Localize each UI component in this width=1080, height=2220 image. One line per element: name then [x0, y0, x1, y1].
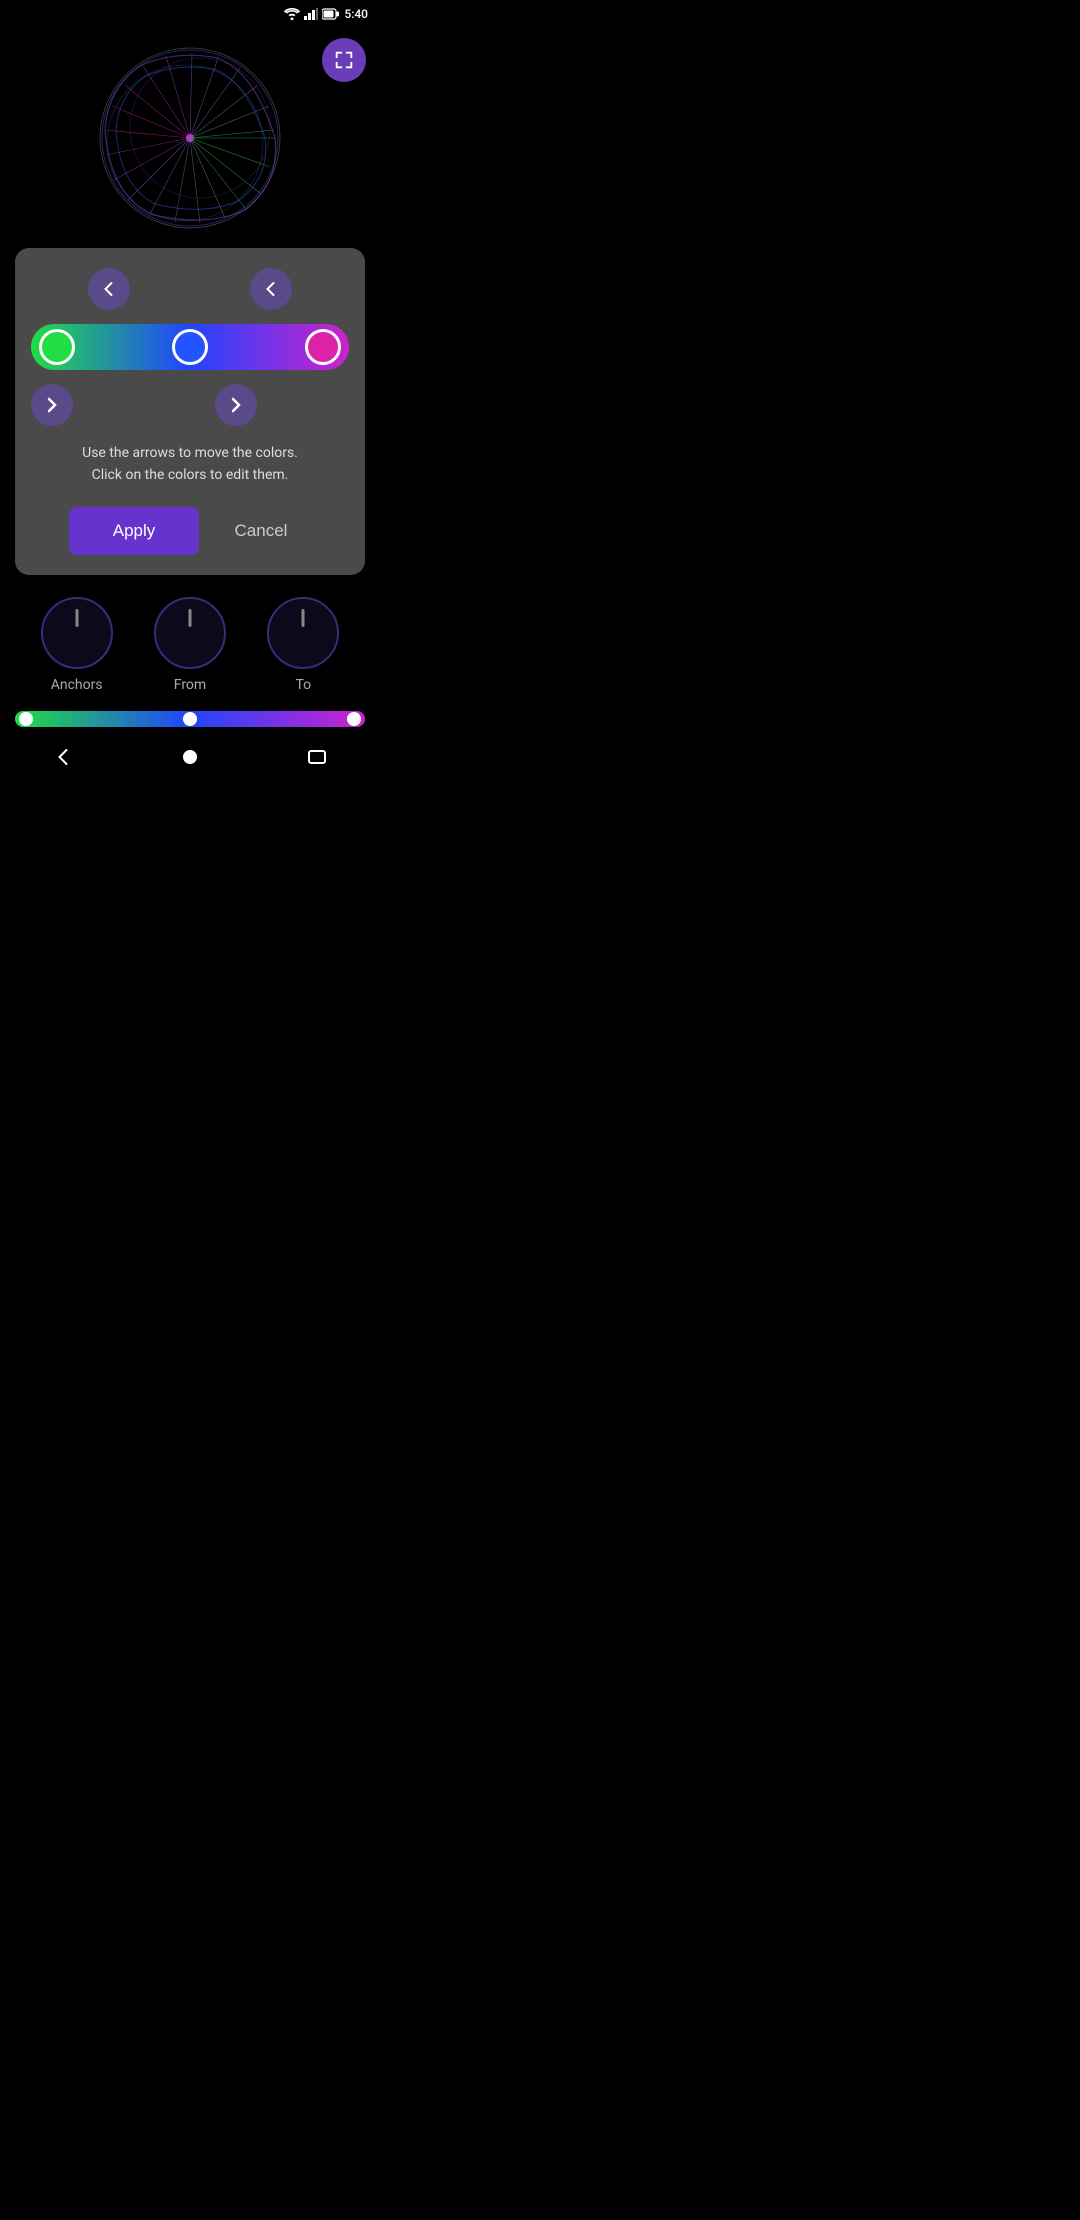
anchors-knob-item: Anchors	[41, 597, 113, 693]
back-icon	[51, 745, 75, 769]
chevron-left-icon-1	[100, 280, 118, 298]
recents-button[interactable]	[285, 737, 349, 777]
from-knob-item: From	[154, 597, 226, 693]
to-label: To	[295, 677, 311, 693]
canvas-area	[0, 28, 380, 248]
status-bar: 5:40	[0, 0, 380, 28]
chevron-left-icon-2	[262, 280, 280, 298]
from-knob[interactable]	[154, 597, 226, 669]
arrow-right-icon-2	[228, 397, 244, 413]
from-knob-indicator	[188, 609, 191, 627]
arrow-row	[31, 384, 349, 426]
color-editor-dialog: Use the arrows to move the colors. Click…	[15, 248, 365, 575]
instruction-line1: Use the arrows to move the colors.	[82, 445, 298, 461]
action-buttons: Apply Cancel	[31, 507, 349, 555]
to-knob-item: To	[267, 597, 339, 693]
bottom-dot-left[interactable]	[19, 712, 33, 726]
battery-icon	[322, 8, 340, 20]
wifi-icon	[284, 8, 300, 20]
back-button[interactable]	[31, 737, 95, 777]
bottom-dot-right[interactable]	[347, 712, 361, 726]
cancel-button[interactable]: Cancel	[211, 507, 311, 555]
slider-thumb-pink[interactable]	[305, 329, 341, 365]
status-icons: 5:40	[284, 7, 368, 21]
from-label: From	[174, 677, 206, 693]
apply-button[interactable]: Apply	[69, 507, 199, 555]
home-button[interactable]	[158, 737, 222, 777]
arrow-right-button-2[interactable]	[215, 384, 257, 426]
arrow-right-icon-1	[44, 397, 60, 413]
slider-thumb-green[interactable]	[39, 329, 75, 365]
instruction-text: Use the arrows to move the colors. Click…	[31, 442, 349, 487]
instruction-line2: Click on the colors to edit them.	[92, 467, 289, 483]
home-icon	[178, 745, 202, 769]
knob-row: Anchors From To	[0, 585, 380, 701]
signal-icon	[304, 8, 318, 20]
expand-icon	[333, 49, 355, 71]
arrow-right-button-1[interactable]	[31, 384, 73, 426]
to-knob-indicator	[302, 609, 305, 627]
chevron-row	[31, 268, 349, 310]
chevron-left-button-2[interactable]	[250, 268, 292, 310]
gradient-slider[interactable]	[31, 324, 349, 370]
chevron-left-button-1[interactable]	[88, 268, 130, 310]
anchors-label: Anchors	[51, 677, 103, 693]
to-knob[interactable]	[267, 597, 339, 669]
nav-bar	[0, 735, 380, 785]
slider-thumb-blue[interactable]	[172, 329, 208, 365]
anchors-knob-indicator	[75, 609, 78, 627]
anchors-knob[interactable]	[41, 597, 113, 669]
recents-icon	[305, 745, 329, 769]
bottom-gradient-bar[interactable]	[15, 711, 365, 727]
status-time: 5:40	[344, 7, 368, 21]
bottom-dot-mid[interactable]	[183, 712, 197, 726]
spirograph-visualization	[80, 38, 300, 238]
controls-area: Anchors From To	[0, 575, 380, 727]
expand-button[interactable]	[322, 38, 366, 82]
